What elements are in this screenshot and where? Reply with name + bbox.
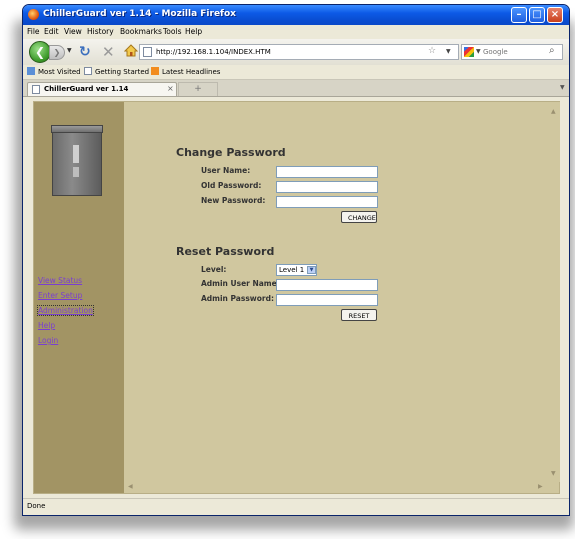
chevron-down-icon[interactable]: ▼: [307, 266, 316, 274]
level-label: Level:: [201, 265, 227, 274]
bookmark-getting-started[interactable]: Getting Started: [84, 67, 149, 76]
status-bar: Done: [23, 498, 569, 514]
tab-list-icon[interactable]: ▼: [560, 84, 565, 91]
new-password-field[interactable]: [276, 196, 378, 208]
level-select[interactable]: Level 1 ▼: [276, 264, 317, 276]
bookmark-star-icon[interactable]: ☆: [428, 46, 436, 56]
bookmark-latest-headlines[interactable]: Latest Headlines: [151, 67, 220, 76]
scroll-left-icon[interactable]: ◀: [128, 483, 133, 490]
nav-login[interactable]: Login: [38, 336, 58, 345]
main-content: Change Password User Name: Old Password:…: [124, 102, 549, 493]
bookmark-label: Getting Started: [95, 68, 150, 76]
menu-view[interactable]: View: [64, 27, 82, 36]
title-bar[interactable]: ChillerGuard ver 1.14 - Mozilla Firefox …: [23, 5, 569, 25]
maximize-button[interactable]: □: [529, 7, 545, 23]
tab-close-icon[interactable]: ×: [167, 84, 174, 93]
page-viewport: View Status Enter Setup Administration H…: [33, 101, 560, 494]
scroll-down-icon[interactable]: ▼: [551, 470, 556, 477]
nav-help[interactable]: Help: [38, 321, 55, 330]
sidebar: View Status Enter Setup Administration H…: [34, 102, 124, 493]
home-icon[interactable]: [124, 44, 138, 57]
horizontal-scrollbar[interactable]: ◀ ▶: [124, 482, 549, 493]
search-engine-icon[interactable]: [464, 47, 474, 57]
folder-icon: [27, 67, 35, 75]
tab-strip: ChillerGuard ver 1.14 × + ▼: [23, 80, 569, 97]
level-value: Level 1: [279, 266, 305, 274]
scroll-up-icon[interactable]: ▲: [551, 108, 556, 115]
new-tab-button[interactable]: +: [178, 82, 218, 96]
status-text: Done: [27, 502, 46, 510]
bookmark-most-visited[interactable]: Most Visited: [27, 67, 81, 76]
new-password-label: New Password:: [201, 196, 266, 205]
search-engine-dropdown-icon[interactable]: ▼: [476, 48, 481, 55]
admin-password-label: Admin Password:: [201, 294, 274, 303]
change-button[interactable]: CHANGE: [341, 211, 377, 223]
browser-window: ChillerGuard ver 1.14 - Mozilla Firefox …: [22, 4, 570, 516]
scroll-right-icon[interactable]: ▶: [538, 483, 543, 490]
search-bar[interactable]: ▼ ⌕: [461, 44, 563, 60]
menu-bookmarks[interactable]: Bookmarks: [120, 27, 162, 36]
bookmarks-toolbar: Most Visited Getting Started Latest Head…: [23, 65, 569, 80]
page-icon: [143, 47, 152, 57]
vertical-scrollbar[interactable]: ▲ ▼: [549, 102, 560, 482]
stop-icon[interactable]: ✕: [102, 43, 115, 61]
reset-button[interactable]: RESET: [341, 309, 377, 321]
nav-view-status[interactable]: View Status: [38, 276, 82, 285]
user-name-field[interactable]: [276, 166, 378, 178]
menu-tools[interactable]: Tools: [163, 27, 181, 36]
bookmark-label: Most Visited: [38, 68, 81, 76]
change-password-title: Change Password: [176, 146, 286, 159]
search-input[interactable]: [483, 46, 543, 58]
firefox-icon: [28, 9, 39, 20]
rss-icon: [151, 67, 159, 75]
url-bar[interactable]: ☆ ▼: [139, 44, 459, 60]
old-password-label: Old Password:: [201, 181, 262, 190]
tab-chillerguard[interactable]: ChillerGuard ver 1.14 ×: [27, 82, 177, 96]
close-button[interactable]: ×: [547, 7, 563, 23]
menu-help[interactable]: Help: [185, 27, 202, 36]
unit-panel: [73, 167, 79, 177]
reset-password-title: Reset Password: [176, 245, 275, 258]
nav-administration[interactable]: Administration: [37, 305, 94, 316]
search-icon[interactable]: ⌕: [549, 45, 555, 56]
reload-icon[interactable]: ↻: [79, 44, 91, 60]
menu-bar: File Edit View History Bookmarks Tools H…: [23, 25, 569, 39]
menu-file[interactable]: File: [27, 27, 40, 36]
page-icon: [84, 67, 92, 75]
navigation-toolbar: ❮ ❯ ▼ ↻ ✕ ☆ ▼ ▼ ⌕: [23, 39, 569, 66]
url-dropdown-icon[interactable]: ▼: [446, 48, 451, 55]
forward-icon[interactable]: ❯: [49, 45, 65, 60]
chiller-unit-image: [51, 125, 103, 196]
old-password-field[interactable]: [276, 181, 378, 193]
page-icon: [32, 85, 40, 94]
url-input[interactable]: [156, 46, 426, 58]
bookmark-label: Latest Headlines: [162, 68, 221, 76]
minimize-button[interactable]: –: [511, 7, 527, 23]
history-dropdown-icon[interactable]: ▼: [67, 47, 72, 54]
window-title: ChillerGuard ver 1.14 - Mozilla Firefox: [43, 9, 236, 19]
back-icon[interactable]: ❮: [29, 41, 51, 63]
admin-user-name-field[interactable]: [276, 279, 378, 291]
menu-history[interactable]: History: [87, 27, 114, 36]
nav-enter-setup[interactable]: Enter Setup: [38, 291, 82, 300]
admin-password-field[interactable]: [276, 294, 378, 306]
unit-panel: [73, 145, 79, 163]
admin-user-name-label: Admin User Name:: [201, 279, 280, 288]
tab-label: ChillerGuard ver 1.14: [44, 85, 129, 93]
user-name-label: User Name:: [201, 166, 251, 175]
menu-edit[interactable]: Edit: [44, 27, 59, 36]
